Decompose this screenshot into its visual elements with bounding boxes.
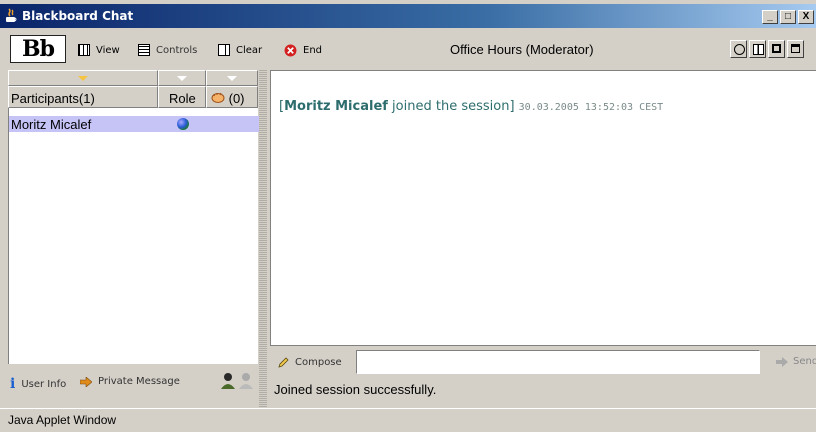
raise-hand-icon — [211, 92, 225, 103]
session-title: Office Hours (Moderator) — [450, 42, 594, 57]
participant-hand — [207, 116, 259, 132]
compose-label: Compose — [295, 356, 342, 368]
window-titlebar[interactable]: Blackboard Chat _ □ X — [0, 0, 816, 32]
view-icon — [78, 44, 90, 56]
message-timestamp: 30.03.2005 13:52:03 CEST — [518, 102, 664, 113]
view-button[interactable]: View — [78, 42, 120, 58]
sort-role-button[interactable] — [158, 70, 206, 86]
view-mode-button-3[interactable] — [768, 40, 785, 58]
participants-footer: i User Info Private Message — [8, 366, 258, 400]
controls-button[interactable]: Controls — [138, 42, 197, 58]
participant-name: Moritz Micalef — [9, 116, 159, 132]
controls-label: Controls — [156, 44, 198, 56]
view-mode-button-1[interactable] — [730, 40, 747, 58]
compose-input[interactable] — [356, 350, 760, 374]
sort-hand-button[interactable] — [206, 70, 258, 86]
sort-participants-button[interactable] — [8, 70, 158, 86]
applet-warning-bar: Java Applet Window — [0, 408, 816, 432]
message-text: joined the session] — [387, 99, 515, 114]
view-label: View — [96, 44, 120, 56]
circle-icon — [734, 44, 745, 55]
sort-arrow-icon — [227, 76, 237, 81]
column-role[interactable]: Role — [158, 86, 206, 108]
send-label: Send — [793, 356, 816, 367]
end-icon — [284, 44, 297, 56]
window-icon — [791, 44, 800, 53]
hand-count: (0) — [228, 91, 245, 106]
controls-icon — [138, 44, 150, 56]
end-button[interactable]: End — [284, 42, 322, 58]
info-icon: i — [10, 376, 16, 392]
end-label: End — [303, 44, 323, 56]
chat-message: [Moritz Micalef joined the session] 30.0… — [279, 99, 663, 114]
sort-arrow-icon — [78, 76, 88, 81]
user-info-label: User Info — [21, 378, 67, 390]
participants-panel: Participants(1) Role (0) Moritz Micalef … — [8, 70, 259, 400]
applet-window-label: Java Applet Window — [8, 413, 117, 427]
column-participants[interactable]: Participants(1) — [8, 86, 158, 108]
column-hand[interactable]: (0) — [206, 86, 258, 108]
pencil-icon — [278, 357, 289, 368]
send-arrow-icon — [776, 356, 788, 367]
message-user: Moritz Micalef — [284, 99, 388, 114]
window-title: Blackboard Chat — [22, 9, 134, 23]
user-info-button[interactable]: i User Info — [10, 376, 66, 392]
java-icon — [6, 8, 17, 22]
split-icon — [753, 44, 764, 55]
close-button[interactable]: X — [798, 10, 814, 24]
arrow-right-icon — [80, 376, 92, 387]
blackboard-logo: Bb — [10, 35, 66, 63]
private-message-button[interactable]: Private Message — [80, 376, 180, 387]
participant-list[interactable]: Moritz Micalef — [8, 108, 259, 364]
user-icon[interactable] — [220, 372, 236, 390]
clear-icon — [218, 44, 230, 56]
participant-row[interactable]: Moritz Micalef — [9, 116, 259, 132]
compose-button[interactable]: Compose — [278, 356, 342, 368]
participant-role — [159, 116, 207, 132]
status-text: Joined session successfully. — [274, 382, 437, 397]
user-disabled-icon[interactable] — [238, 372, 254, 390]
status-bar: Joined session successfully. — [270, 380, 816, 400]
view-mode-button-4[interactable] — [787, 40, 804, 58]
toolbar: Bb View Controls Clear End Office Hours … — [0, 32, 816, 68]
private-message-label: Private Message — [98, 376, 180, 387]
participants-header: Participants(1) Role (0) — [8, 70, 258, 110]
sort-arrow-icon — [177, 76, 187, 81]
send-button[interactable]: Send — [776, 356, 816, 367]
compose-row: Compose Send — [270, 348, 816, 378]
minimize-button[interactable]: _ — [762, 10, 778, 24]
maximize-button[interactable]: □ — [780, 10, 796, 24]
titlebar-gradient: Blackboard Chat _ □ X — [0, 4, 816, 28]
view-mode-button-2[interactable] — [749, 40, 766, 58]
clear-button[interactable]: Clear — [218, 42, 262, 58]
pane-splitter[interactable] — [259, 70, 267, 408]
square-icon — [772, 44, 781, 53]
chat-transcript[interactable]: [Moritz Micalef joined the session] 30.0… — [270, 70, 816, 346]
clear-label: Clear — [236, 44, 263, 56]
globe-icon — [177, 118, 189, 130]
